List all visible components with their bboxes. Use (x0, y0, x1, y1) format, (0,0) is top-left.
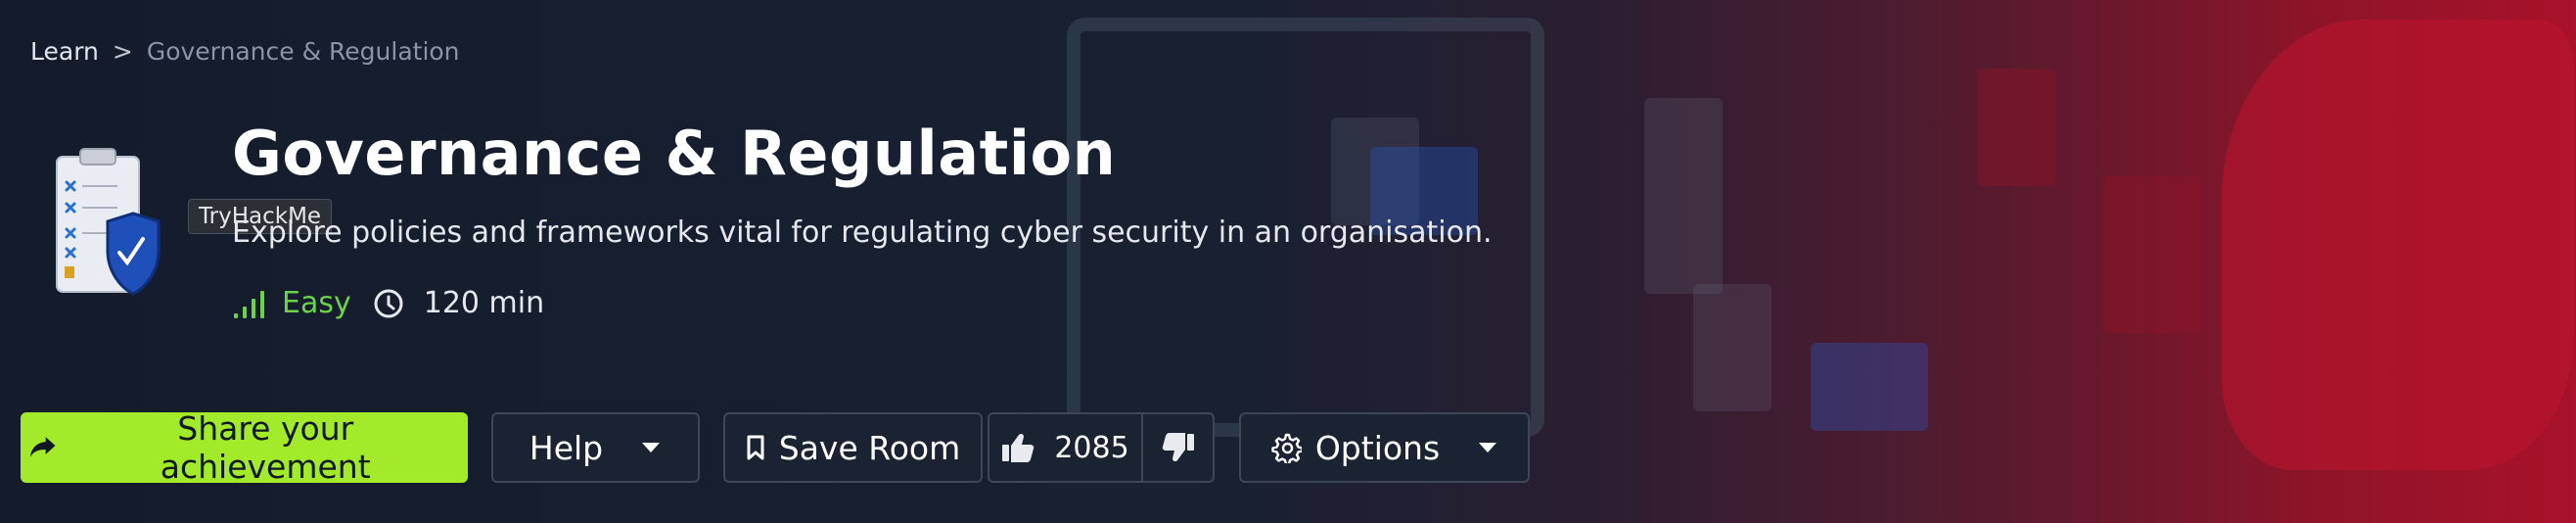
room-meta: Easy 120 min (233, 286, 544, 320)
breadcrumb-learn-link[interactable]: Learn (30, 37, 99, 66)
options-dropdown-button[interactable]: Options (1239, 412, 1530, 483)
background-server-illustration (2104, 176, 2202, 333)
checklist-shield-icon (56, 148, 161, 296)
clock-icon (374, 289, 403, 317)
chevron-down-icon (1479, 443, 1497, 452)
background-screen-illustration (1811, 343, 1928, 431)
share-achievement-button[interactable]: Share your achievement (21, 409, 468, 486)
upvote-count: 2085 (1054, 430, 1129, 465)
breadcrumb-separator: > (112, 37, 133, 66)
background-server-illustration (1644, 98, 1723, 294)
help-dropdown-button[interactable]: Help (491, 412, 700, 483)
thumbs-up-icon (1002, 433, 1035, 462)
chevron-down-icon (642, 443, 661, 452)
room-description: Explore policies and frameworks vital fo… (232, 215, 1493, 250)
breadcrumb-current-page: Governance & Regulation (146, 37, 460, 66)
vote-group: 2085 (988, 412, 1215, 483)
duration-label: 120 min (423, 286, 545, 320)
page-title: Governance & Regulation (232, 118, 1117, 189)
share-achievement-label: Share your achievement (160, 409, 371, 486)
upvote-button[interactable]: 2085 (989, 414, 1141, 481)
save-room-button[interactable]: Save Room (723, 412, 983, 483)
background-server-illustration (1977, 69, 2055, 186)
downvote-button[interactable] (1143, 414, 1213, 481)
save-room-label: Save Room (778, 428, 961, 467)
background-figure-illustration (2222, 20, 2574, 470)
difficulty-label: Easy (282, 286, 351, 320)
gear-icon (1271, 433, 1302, 463)
breadcrumb: Learn > Governance & Regulation (30, 37, 460, 66)
thumbs-down-icon (1162, 433, 1194, 462)
help-label: Help (529, 428, 604, 467)
share-arrow-icon (29, 437, 56, 457)
options-label: Options (1314, 428, 1441, 467)
bookmark-icon (747, 435, 764, 460)
room-hero-banner: Learn > Governance & Regulation TryHackM… (0, 0, 2576, 523)
signal-strength-icon (234, 290, 264, 318)
background-server-illustration (1693, 284, 1771, 411)
